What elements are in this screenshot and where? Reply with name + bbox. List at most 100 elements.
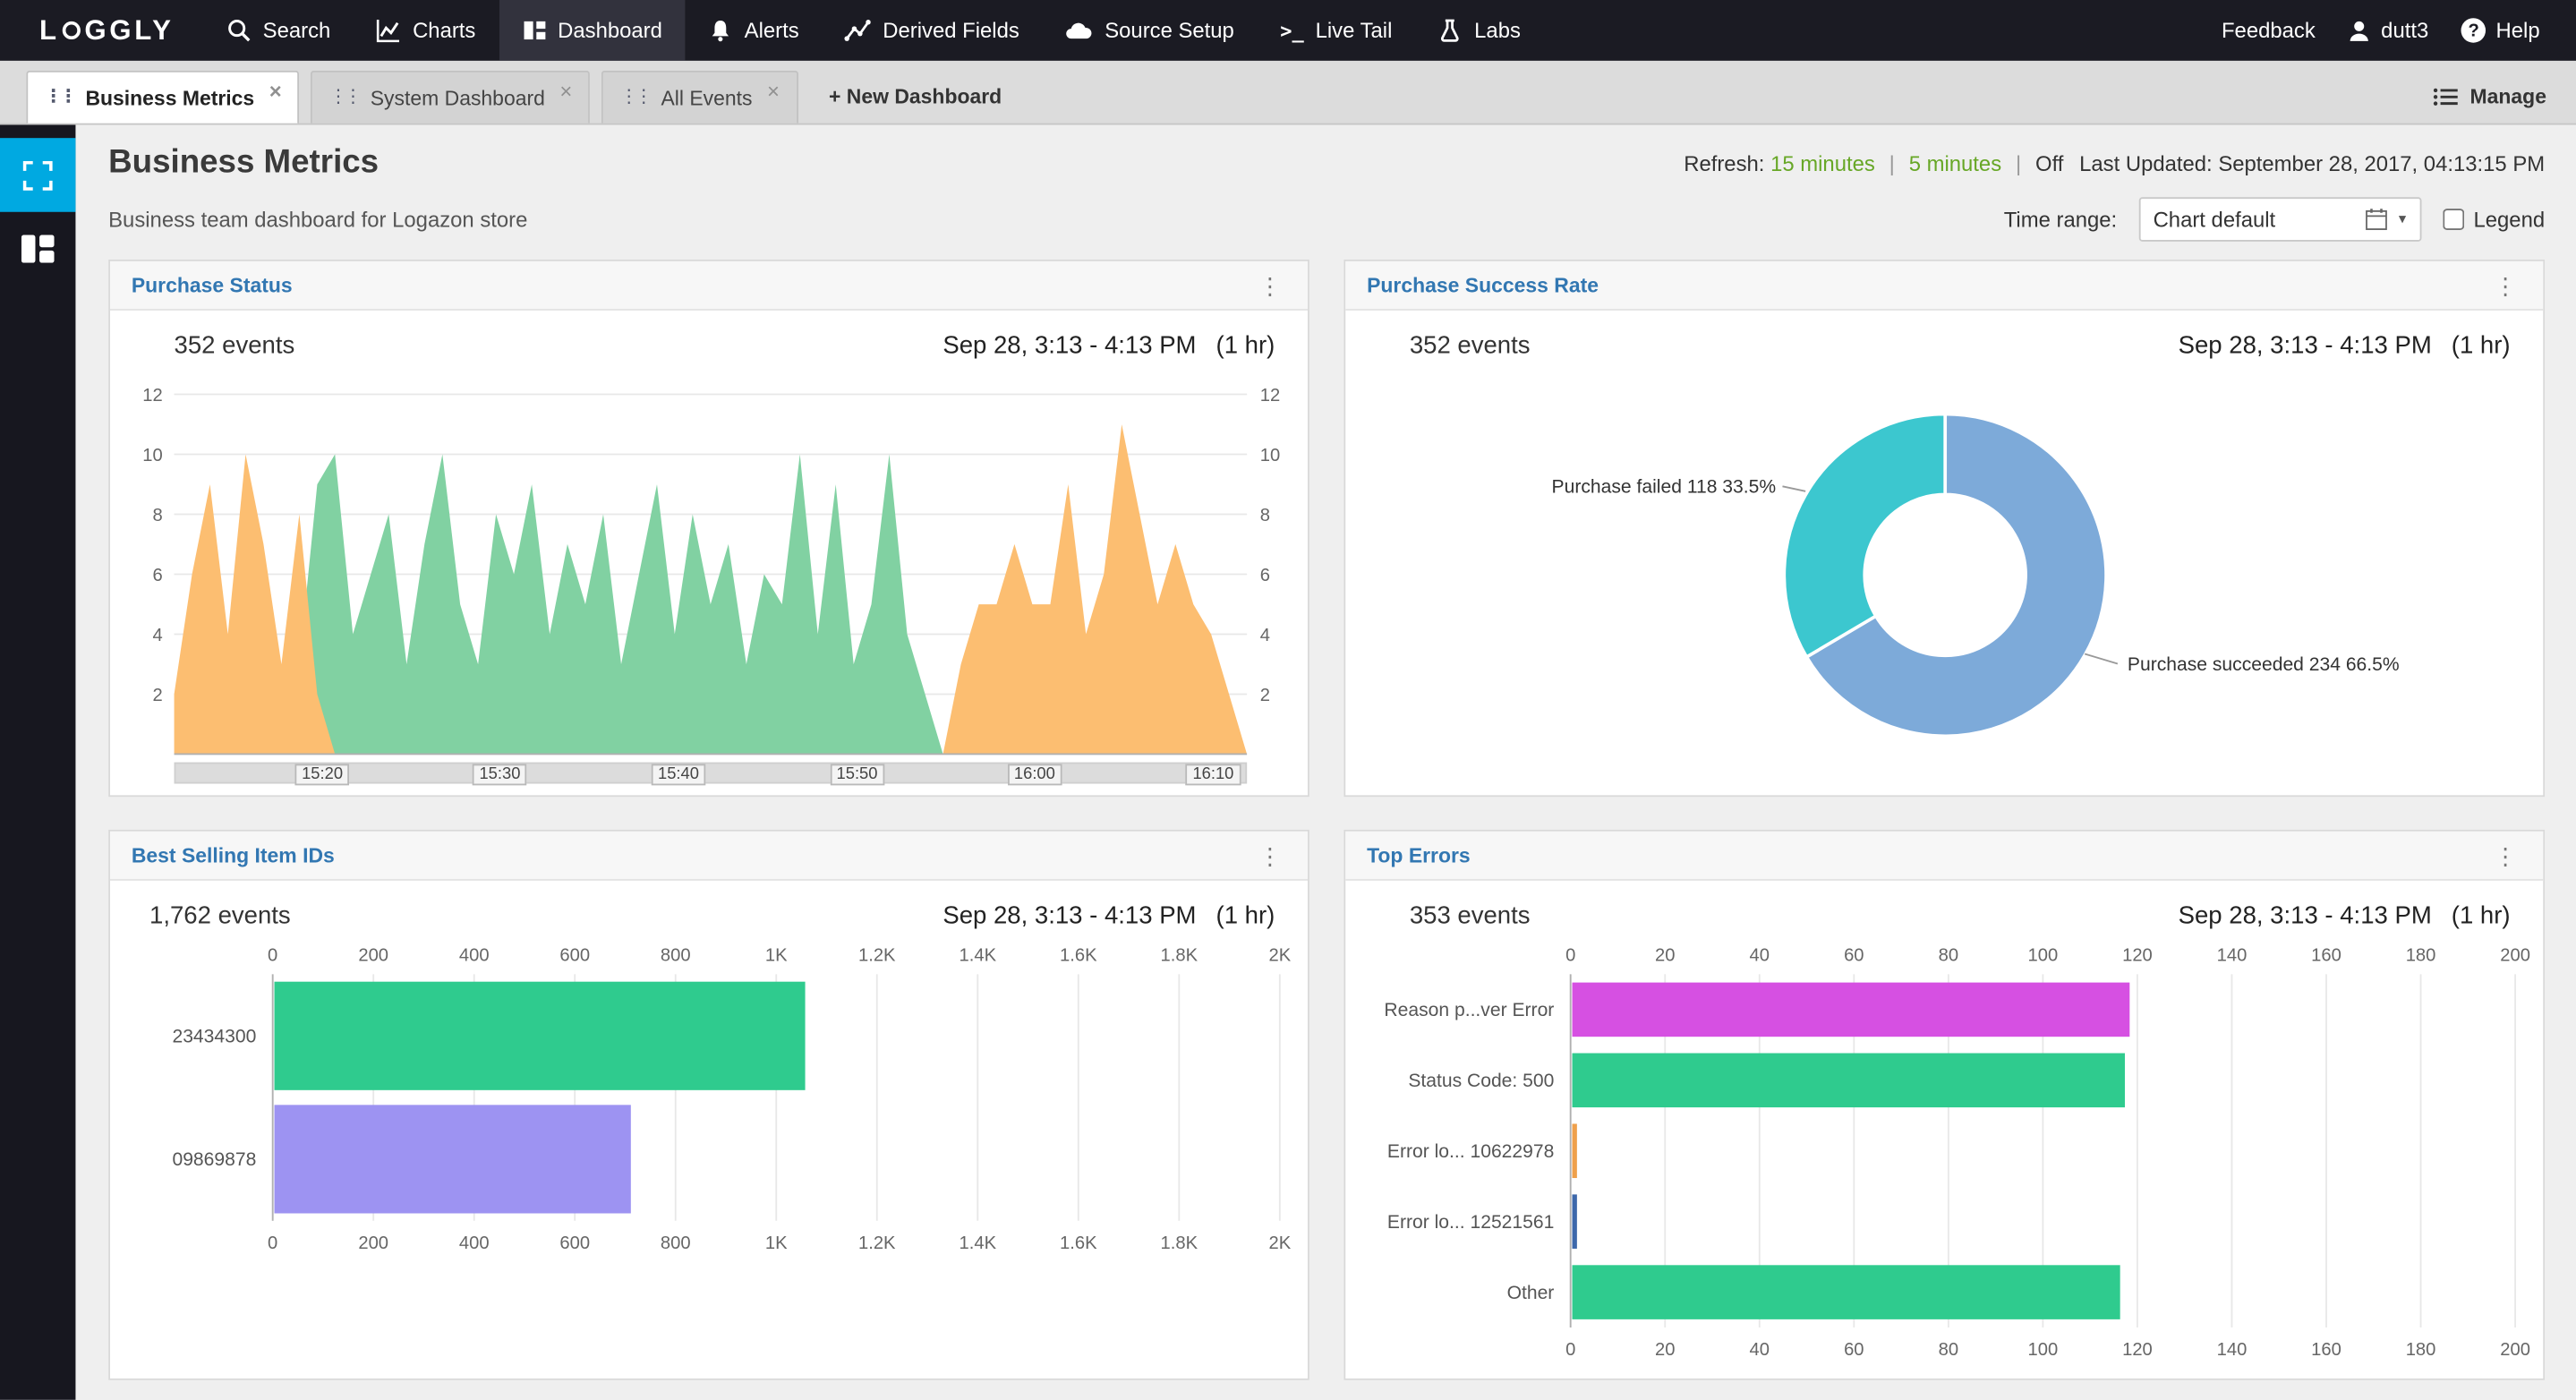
- svg-text:60: 60: [1844, 946, 1864, 966]
- svg-text:160: 160: [2311, 946, 2341, 966]
- nav-label: Derived Fields: [883, 18, 1019, 43]
- derived-fields-icon: [845, 20, 872, 41]
- nav-search[interactable]: Search: [204, 0, 354, 61]
- tab-label: All Events: [661, 86, 753, 110]
- duration: (1 hr): [1215, 331, 1275, 360]
- dashboards-panel-button[interactable]: [0, 212, 75, 286]
- svg-text:80: 80: [1939, 946, 1958, 966]
- panel-header: Purchase Status ⋮: [109, 260, 1309, 311]
- refresh-15-link[interactable]: 15 minutes: [1770, 151, 1875, 176]
- legend-toggle[interactable]: Legend: [2442, 207, 2545, 232]
- svg-text:4: 4: [152, 626, 162, 645]
- logo-o-icon: [63, 21, 81, 40]
- charts-icon: [377, 20, 400, 43]
- refresh-5-link[interactable]: 5 minutes: [1909, 151, 2001, 176]
- panel-menu-icon[interactable]: ⋮: [2489, 274, 2522, 297]
- tab-label: System Dashboard: [370, 86, 545, 110]
- svg-text:Other: Other: [1507, 1283, 1555, 1303]
- calendar-icon: [2366, 209, 2388, 230]
- panel-purchase-status: Purchase Status ⋮ 352 events Sep 28, 3:1…: [108, 260, 1309, 798]
- separator: |: [2015, 150, 2022, 176]
- svg-text:0: 0: [1565, 946, 1575, 966]
- logo-text-suffix: GGLY: [84, 13, 175, 46]
- nav-live-tail[interactable]: >_ Live Tail: [1258, 0, 1416, 61]
- nav-label: Live Tail: [1315, 18, 1393, 43]
- legend-checkbox[interactable]: [2442, 209, 2464, 230]
- drag-grip-icon: ⋮⋮: [619, 87, 653, 107]
- svg-text:1K: 1K: [765, 946, 788, 966]
- refresh-label: Refresh:: [1684, 150, 1765, 176]
- panel-top-errors: Top Errors ⋮ 353 events Sep 28, 3:13 - 4…: [1343, 829, 2546, 1380]
- manage-button[interactable]: Manage: [2434, 85, 2546, 108]
- nav-dashboard[interactable]: Dashboard: [499, 0, 686, 61]
- help-menu[interactable]: ? Help: [2461, 18, 2540, 43]
- help-icon: ?: [2461, 18, 2486, 43]
- user-menu[interactable]: dutt3: [2348, 18, 2428, 43]
- nav-charts[interactable]: Charts: [354, 0, 499, 61]
- tab-all-events[interactable]: ⋮⋮ All Events ×: [601, 70, 798, 124]
- close-icon[interactable]: ×: [559, 73, 572, 104]
- svg-text:120: 120: [2122, 1340, 2153, 1360]
- purchase-success-rate-chart[interactable]: Purchase failed 118 33.5% Purchase succee…: [1345, 371, 2543, 796]
- panel-menu-icon[interactable]: ⋮: [1253, 844, 1286, 867]
- logo-text-prefix: L: [39, 13, 60, 46]
- svg-text:1.6K: 1.6K: [1060, 1234, 1097, 1253]
- panel-meta: 352 events Sep 28, 3:13 - 4:13 PM (1 hr): [110, 311, 1308, 371]
- manage-label: Manage: [2469, 85, 2546, 109]
- svg-text:600: 600: [559, 1234, 590, 1253]
- time-range-select[interactable]: Chart default ▾: [2138, 197, 2421, 242]
- loggly-logo[interactable]: L GGLY: [0, 0, 204, 61]
- svg-text:800: 800: [661, 946, 691, 966]
- panel-time-range: Sep 28, 3:13 - 4:13 PM (1 hr): [943, 332, 1275, 360]
- svg-text:120: 120: [2122, 946, 2153, 966]
- tab-system-dashboard[interactable]: ⋮⋮ System Dashboard ×: [311, 70, 591, 124]
- search-icon: [228, 20, 251, 42]
- svg-text:40: 40: [1750, 946, 1770, 966]
- svg-text:800: 800: [661, 1234, 691, 1253]
- svg-text:1.8K: 1.8K: [1161, 1234, 1198, 1253]
- feedback-link[interactable]: Feedback: [2222, 18, 2316, 43]
- nav-labs[interactable]: Labs: [1415, 0, 1544, 61]
- duration: (1 hr): [2451, 331, 2511, 360]
- refresh-off-option[interactable]: Off: [2035, 151, 2063, 176]
- panel-time-range: Sep 28, 3:13 - 4:13 PM (1 hr): [2179, 332, 2511, 360]
- nav-derived-fields[interactable]: Derived Fields: [822, 0, 1042, 61]
- events-count: 353 events: [1409, 901, 1531, 930]
- username: dutt3: [2381, 18, 2429, 43]
- time-range-value: Chart default: [2153, 207, 2276, 232]
- tab-business-metrics[interactable]: ⋮⋮ Business Metrics ×: [26, 70, 300, 124]
- labs-icon: [1441, 19, 1460, 42]
- svg-text:200: 200: [358, 1234, 388, 1253]
- svg-text:Purchase succeeded 234 66.5%: Purchase succeeded 234 66.5%: [2128, 654, 2400, 675]
- panel-meta: 352 events Sep 28, 3:13 - 4:13 PM (1 hr): [1345, 311, 2543, 371]
- panel-menu-icon[interactable]: ⋮: [1253, 274, 1286, 297]
- manage-list-icon: [2434, 88, 2459, 106]
- svg-text:0: 0: [268, 946, 277, 966]
- close-icon[interactable]: ×: [269, 73, 282, 104]
- svg-text:100: 100: [2028, 1340, 2059, 1360]
- nav-source-setup[interactable]: Source Setup: [1042, 0, 1257, 61]
- panel-menu-icon[interactable]: ⋮: [2489, 844, 2522, 867]
- expand-icon: [22, 159, 53, 190]
- nav-items: Search Charts Dashboard Alerts Derived F…: [204, 0, 1544, 61]
- best-selling-item-ids-chart[interactable]: 0 0 200 200 400 400 600 600 800 800 1K 1K 1.2K 1.2K 1.…: [110, 942, 1308, 1379]
- svg-text:80: 80: [1939, 1340, 1958, 1360]
- svg-text:180: 180: [2406, 1340, 2436, 1360]
- time-range-controls: Time range: Chart default ▾ Legend: [2004, 197, 2545, 242]
- nav-label: Dashboard: [558, 18, 662, 43]
- svg-text:100: 100: [2028, 946, 2059, 966]
- alerts-icon: [712, 20, 729, 42]
- fullscreen-button[interactable]: [0, 138, 76, 212]
- new-dashboard-button[interactable]: + New Dashboard: [809, 71, 1021, 124]
- svg-text:1.6K: 1.6K: [1060, 946, 1097, 966]
- purchase-status-chart[interactable]: 2 2 4 4 6 6 8 8 10 10 12 12 15:20 15:30 15:40 15:50 16:0…: [110, 371, 1308, 796]
- svg-text:10: 10: [1260, 446, 1280, 465]
- events-count: 352 events: [174, 331, 295, 360]
- top-errors-chart[interactable]: 0 0 20 20 40 40 60 60 80 80 100 100 120 120 140 140 160 1…: [1345, 942, 2543, 1379]
- live-tail-icon: >_: [1280, 19, 1304, 42]
- svg-text:600: 600: [559, 946, 590, 966]
- nav-label: Search: [262, 18, 331, 43]
- nav-alerts[interactable]: Alerts: [686, 0, 823, 61]
- svg-text:1.4K: 1.4K: [960, 946, 997, 966]
- close-icon[interactable]: ×: [767, 73, 780, 104]
